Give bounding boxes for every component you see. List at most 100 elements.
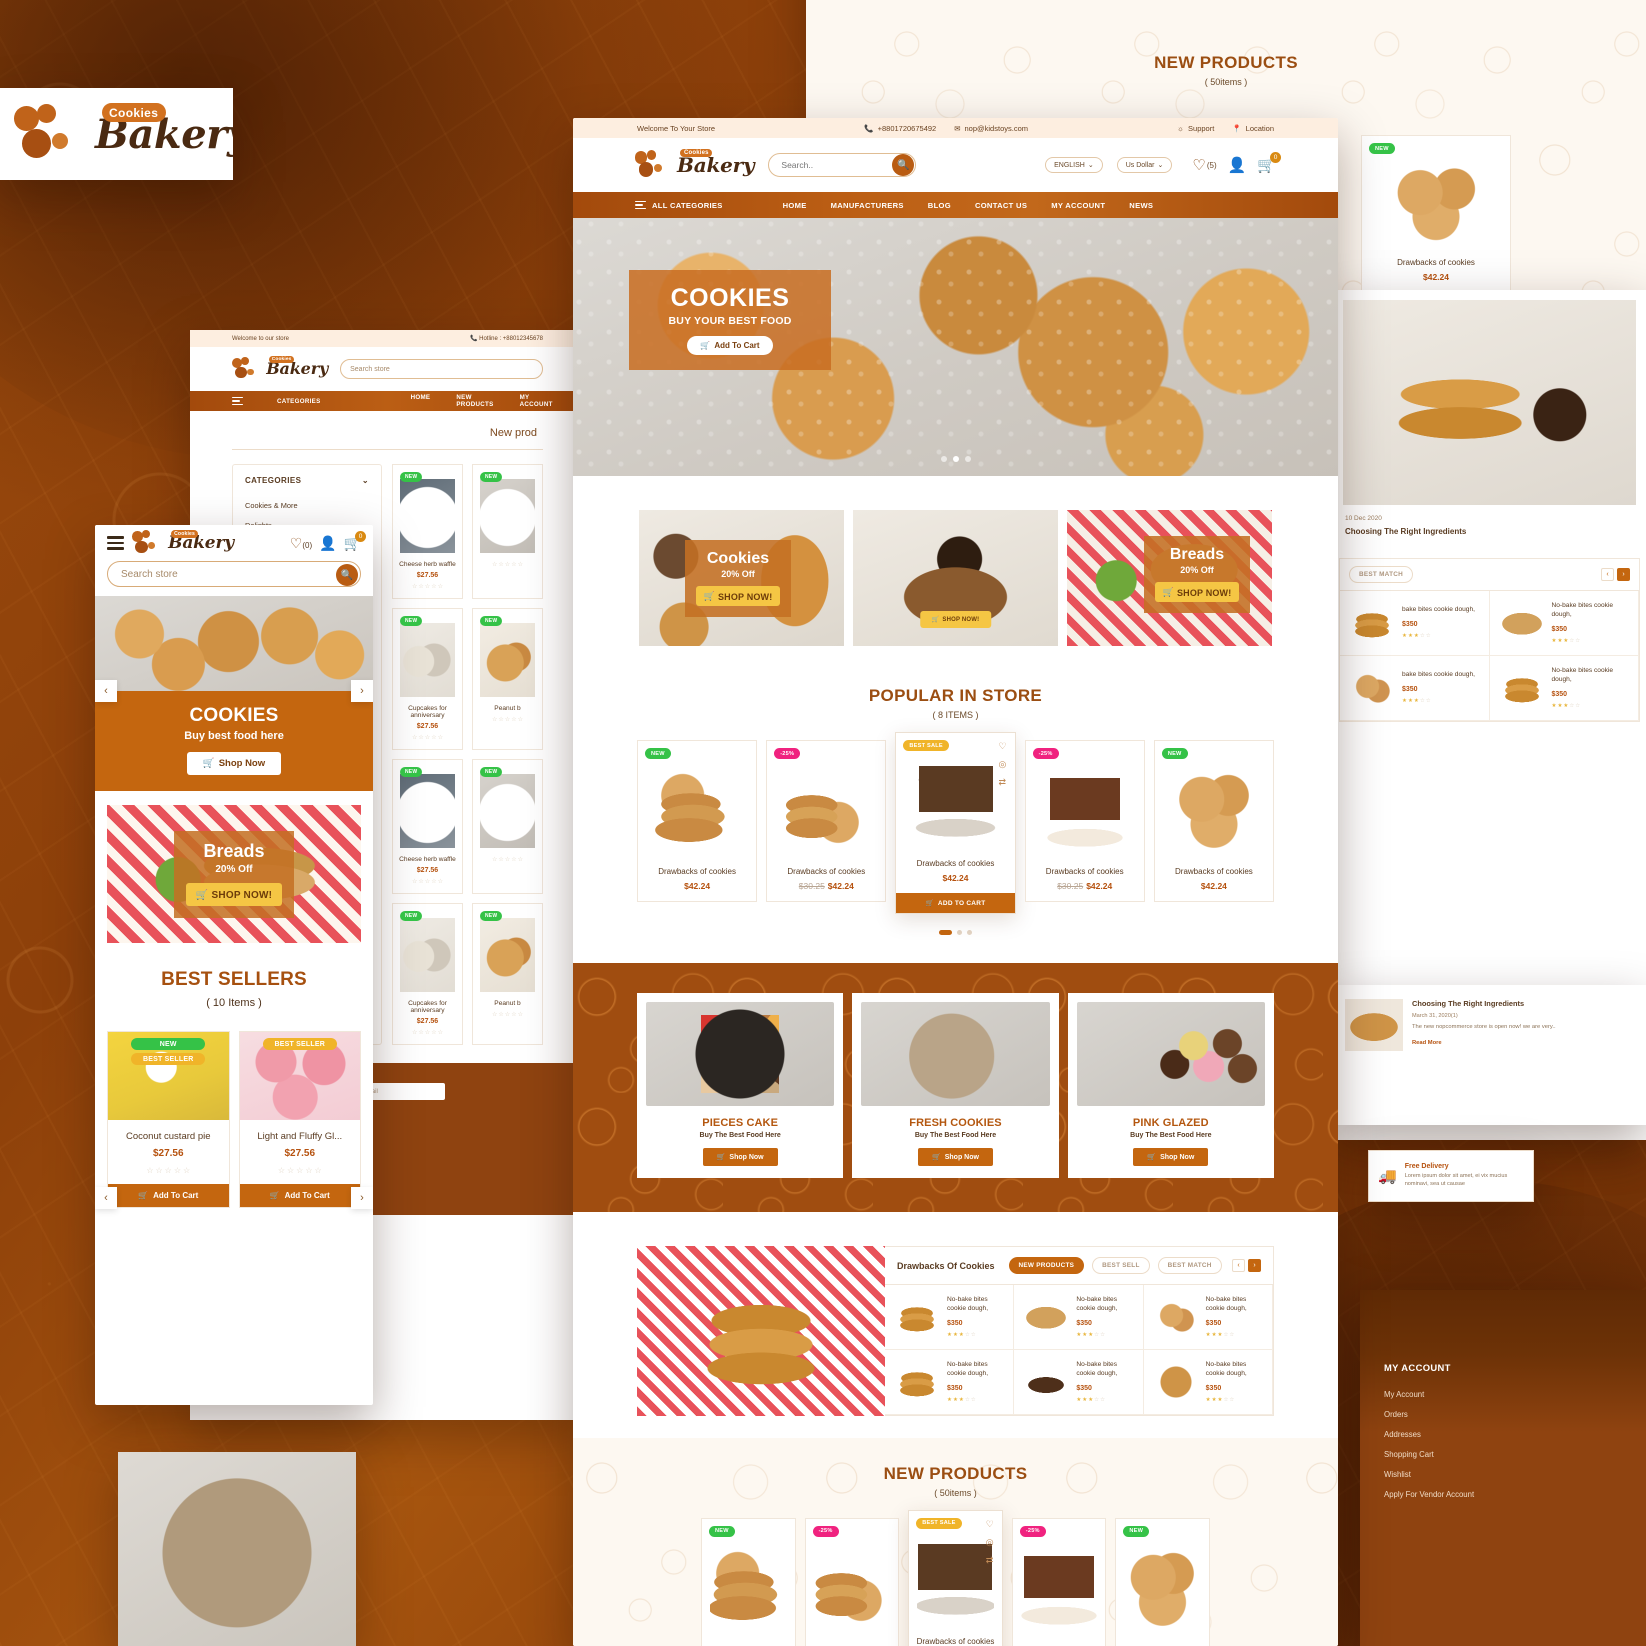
carousel-dots[interactable] (573, 914, 1338, 935)
list-item[interactable]: No-bake bites cookie dough, $350 ★ ★ ★ ☆ ☆ (885, 1349, 1015, 1415)
add-to-cart-button[interactable]: 🛒 Add To Cart (108, 1184, 229, 1207)
tab-best-match[interactable]: BEST MATCH (1157, 1257, 1222, 1274)
nav-item-contact-us[interactable]: CONTACT US (975, 201, 1027, 210)
wishlist-icon[interactable]: ♡ (999, 741, 1007, 752)
product-card[interactable]: -25%Drawbacks of cookies$30.25$42.24 (1011, 1517, 1107, 1646)
mobile-menu-icon[interactable] (107, 536, 124, 550)
add-to-cart-button[interactable]: 🛒 ADD TO CART (896, 893, 1015, 913)
product-card[interactable]: -25%Drawbacks of cookies$30.25$42.24 (804, 1517, 900, 1646)
nav-item-home[interactable]: HOME (783, 201, 807, 210)
slider-dot-active[interactable] (952, 456, 959, 462)
hero-add-to-cart-button[interactable]: 🛒 Add To Cart (687, 335, 773, 355)
list-item[interactable]: No-bake bites cookie dough, $350 ★ ★ ★ ☆ ☆ (1014, 1349, 1144, 1415)
footer-link[interactable]: Addresses (1384, 1424, 1622, 1444)
logo[interactable]: Cookies Bakery (232, 356, 328, 381)
product-card[interactable]: BEST SALE♡◎⇄Drawbacks of cookies$42.24🛒A… (895, 732, 1016, 914)
account-icon[interactable]: 👤 (319, 535, 336, 552)
compare-icon[interactable]: ⇄ (986, 1555, 994, 1566)
chevron-down-icon[interactable]: ⌄ (362, 476, 369, 485)
list-item[interactable]: No-bake bites cookie dough, $350 ★ ★ ★ ☆ ☆ (1143, 1285, 1273, 1350)
tab-best-match[interactable]: BEST MATCH (1349, 566, 1413, 583)
nav-item-manufacturers[interactable]: MANUFACTURERS (831, 201, 904, 210)
location-link[interactable]: 📍 Location (1232, 124, 1274, 133)
carousel-dot-active[interactable] (939, 930, 952, 935)
product-card[interactable]: NEW Drawbacks of cookies $42.24 (637, 740, 758, 902)
product-card[interactable]: BEST SALE♡◎⇄Drawbacks of cookies$42.24🛒A… (908, 1509, 1003, 1646)
prev-arrow-icon[interactable]: ‹ (1601, 568, 1614, 581)
nav-item-home[interactable]: HOME (411, 394, 431, 408)
product-actions[interactable]: ♡ ◎ ⇄ (999, 741, 1007, 788)
product-actions[interactable]: ♡ ◎ ⇄ (986, 1519, 994, 1566)
product-card[interactable]: NEW Cheese herb waffle $27.56 ☆ ☆ ☆ ☆ ☆ (392, 464, 463, 599)
promo-shop-now-button[interactable]: 🛒 SHOP NOW! (1154, 582, 1240, 602)
product-card[interactable]: NEW BEST SELLER Coconut custard pie $27.… (107, 1031, 230, 1208)
product-card[interactable]: NEW Drawbacks of cookies $42.24 (1361, 135, 1511, 293)
product-card[interactable]: NEW Cupcakes for anniversary $27.56 ☆ ☆ ☆ ☆ ☆ (392, 903, 463, 1045)
tab-best-sell[interactable]: BEST SELL (1092, 1257, 1150, 1274)
footer-link[interactable]: Orders (1384, 1404, 1622, 1424)
list-item[interactable]: bake bites cookie dough, $350 ★ ★ ★ ☆ ☆ (1340, 591, 1490, 656)
promo-card-breads[interactable]: Breads 20% Off 🛒 SHOP NOW! (1067, 510, 1272, 646)
list-item[interactable]: No-bake bites cookie dough, $350 ★ ★ ★ ☆ ☆ (1489, 591, 1639, 656)
search-icon[interactable]: 🔍 (336, 564, 358, 586)
footer-link[interactable]: My Account (1384, 1384, 1622, 1404)
mobile-promo-banner[interactable]: Breads 20% Off 🛒 SHOP NOW! (107, 805, 361, 943)
product-card[interactable]: NEW ☆ ☆ ☆ ☆ ☆ (472, 759, 543, 894)
add-to-cart-button[interactable]: 🛒 Add To Cart (239, 1184, 360, 1207)
product-card[interactable]: NEW Drawbacks of cookies $42.24 (1153, 740, 1275, 902)
categories-burger-icon[interactable] (232, 396, 243, 406)
search-input[interactable]: Search store (340, 359, 543, 379)
prev-slide-arrow[interactable]: ‹ (95, 680, 117, 702)
carousel-dot[interactable] (957, 930, 962, 935)
quick-view-icon[interactable]: ◎ (986, 1537, 994, 1548)
footer-link[interactable]: Wishlist (1384, 1464, 1622, 1484)
next-product-arrow[interactable]: › (351, 1187, 373, 1209)
phone-contact[interactable]: 📞 +8801720675492 (864, 124, 936, 133)
wishlist-button[interactable]: ♡ (5) (1192, 156, 1216, 174)
search-box[interactable]: 🔍 (768, 153, 917, 177)
product-card[interactable]: -25%Drawbacks of cookies$30.25$42.24 (766, 740, 887, 902)
promo-shop-now-button[interactable]: 🛒 SHOP NOW! (185, 883, 283, 906)
category-shop-now-button[interactable]: 🛒 Shop Now (702, 1148, 778, 1166)
list-item[interactable]: No-bake bites cookie dough, $350 ★ ★ ★ ☆ ☆ (1489, 655, 1639, 721)
read-more-link[interactable]: Read More (1412, 1040, 1442, 1046)
nav-item-blog[interactable]: BLOG (928, 201, 951, 210)
category-shop-now-button[interactable]: 🛒 Shop Now (918, 1148, 993, 1166)
product-card[interactable]: NEW Peanut b ☆ ☆ ☆ ☆ ☆ (472, 903, 543, 1045)
product-card[interactable]: NEW ☆ ☆ ☆ ☆ ☆ (472, 464, 543, 599)
list-item[interactable]: bake bites cookie dough, $350 ★ ★ ★ ☆ ☆ (1340, 655, 1490, 721)
product-card[interactable]: NEW Cheese herb waffle $27.56 ☆ ☆ ☆ ☆ ☆ (392, 759, 463, 894)
next-slide-arrow[interactable]: › (351, 680, 373, 702)
email-contact[interactable]: ✉ nop@kidstoys.com (954, 124, 1028, 133)
nav-item-new-products[interactable]: NEW PRODUCTS (456, 394, 493, 408)
slider-dot[interactable] (964, 456, 971, 462)
currency-selector[interactable]: Us Dollar ⌄ (1116, 157, 1173, 173)
product-card[interactable]: BEST SELLER Light and Fluffy Gl... $27.5… (238, 1031, 361, 1208)
list-item[interactable]: No-bake bites cookie dough, $350 ★ ★ ★ ☆ ☆ (1014, 1285, 1144, 1350)
footer-link[interactable]: Shopping Cart (1384, 1444, 1622, 1464)
category-card[interactable]: PINK GLAZED Buy The Best Food Here 🛒 Shop N… (1067, 993, 1274, 1178)
list-item[interactable]: No-bake bites cookie dough, $350 ★ ★ ★ ☆ ☆ (1143, 1349, 1273, 1415)
search-input[interactable] (781, 160, 893, 170)
support-link[interactable]: ☼ Support (1177, 124, 1214, 133)
nav-item-news[interactable]: NEWS (1129, 201, 1153, 210)
product-card[interactable]: NEW Cupcakes for anniversary $27.56 ☆ ☆ ☆ ☆ ☆ (392, 608, 463, 750)
cart-button[interactable]: 🛒 0 (1257, 152, 1281, 174)
footer-link[interactable]: Apply For Vendor Account (1384, 1484, 1622, 1504)
slider-dots[interactable] (573, 456, 1338, 462)
product-card[interactable]: -25%Drawbacks of cookies$30.25$42.24 (1024, 740, 1145, 902)
category-card[interactable]: PIECES CAKE Buy The Best Food Here 🛒 Shop N… (637, 993, 844, 1178)
logo[interactable]: Cookies Bakery (132, 529, 234, 556)
hero-shop-now-button[interactable]: 🛒 Shop Now (186, 752, 282, 775)
promo-shop-now-button[interactable]: 🛒 SHOP NOW! (695, 586, 781, 606)
quick-view-icon[interactable]: ◎ (999, 759, 1007, 770)
wishlist-icon[interactable]: ♡ (986, 1519, 994, 1530)
logo[interactable]: Cookies Bakery (635, 148, 755, 180)
cart-button[interactable]: 🛒 0 (344, 530, 366, 552)
promo-card-cookies[interactable]: Cookies 20% Off 🛒 SHOP NOW! (639, 510, 844, 646)
next-arrow-icon[interactable]: › (1617, 568, 1630, 581)
prev-product-arrow[interactable]: ‹ (95, 1187, 117, 1209)
hero-slider[interactable]: COOKIES BUY YOUR BEST FOOD 🛒 Add To Cart (573, 218, 1338, 476)
carousel-dot[interactable] (967, 930, 972, 935)
nav-item-my-account[interactable]: MY ACCOUNT (520, 394, 553, 408)
